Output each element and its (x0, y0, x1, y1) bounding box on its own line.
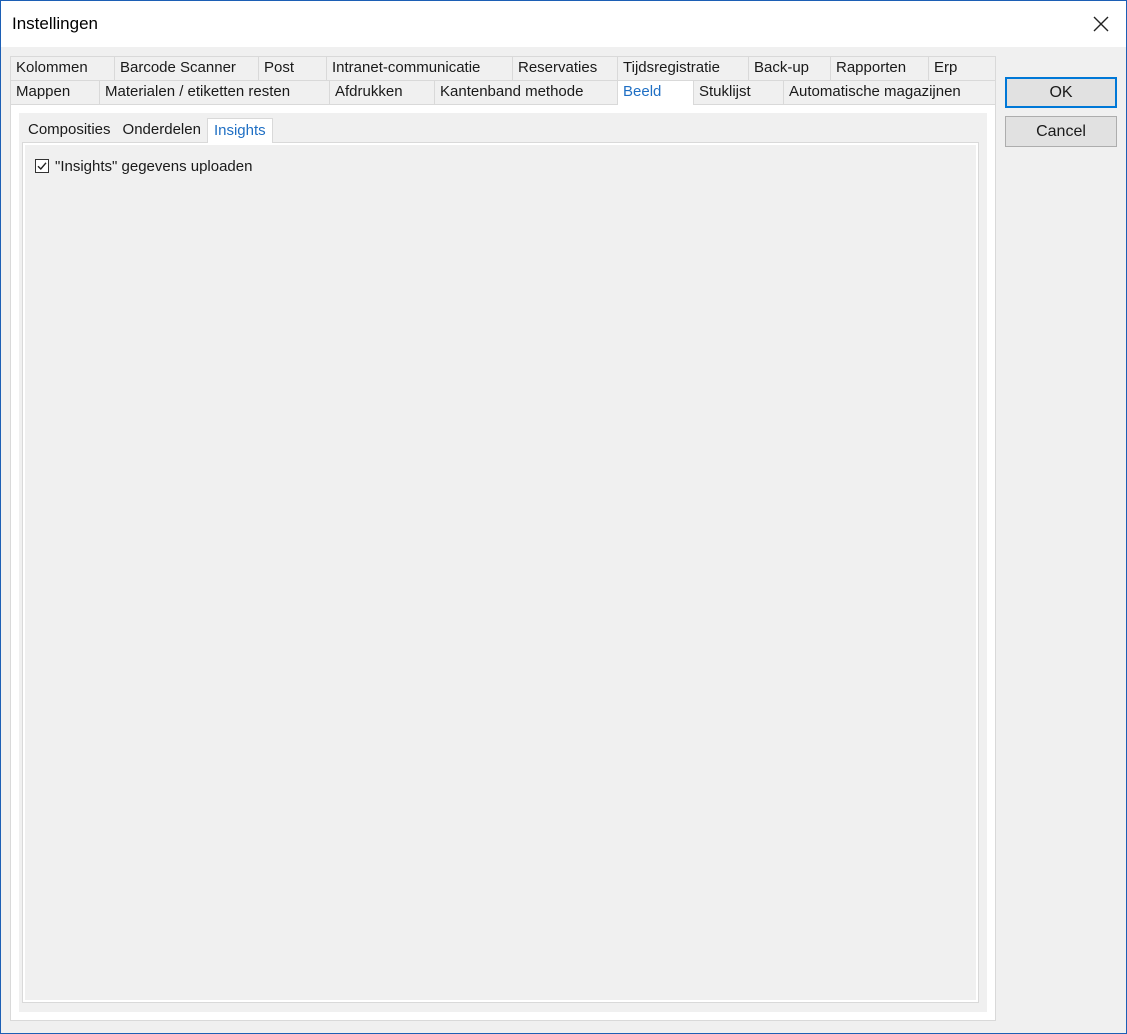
tab-barcode-scanner[interactable]: Barcode Scanner (114, 56, 258, 80)
tab-intranet-communicatie[interactable]: Intranet-communicatie (326, 56, 512, 80)
insights-upload-option[interactable]: "Insights" gegevens uploaden (35, 156, 252, 176)
close-button[interactable] (1076, 1, 1126, 47)
tab-kantenband-methode[interactable]: Kantenband methode (434, 80, 617, 104)
beeld-subtabs: Composities Onderdelen Insights (22, 118, 273, 143)
insights-upload-label: "Insights" gegevens uploaden (55, 157, 253, 175)
ok-button[interactable]: OK (1005, 77, 1117, 108)
checkmark-icon (37, 162, 47, 171)
tab-tijdsregistratie[interactable]: Tijdsregistratie (617, 56, 748, 80)
tab-post[interactable]: Post (258, 56, 326, 80)
dialog-title: Instellingen (12, 14, 99, 33)
tab-mappen[interactable]: Mappen (10, 80, 99, 104)
tab-back-up[interactable]: Back-up (748, 56, 830, 80)
tab-beeld[interactable]: Beeld (617, 80, 693, 105)
tab-row-1: Kolommen Barcode Scanner Post Intranet-c… (10, 56, 996, 80)
tab-row-2: Mappen Materialen / etiketten resten Afd… (10, 80, 996, 105)
tab-kolommen[interactable]: Kolommen (10, 56, 114, 80)
tab-afdrukken[interactable]: Afdrukken (329, 80, 434, 104)
tab-stuklijst[interactable]: Stuklijst (693, 80, 783, 104)
title-bar: Instellingen (1, 1, 1126, 47)
cancel-button[interactable]: Cancel (1005, 116, 1117, 147)
insights-panel (22, 142, 979, 1003)
insights-panel-background (25, 145, 976, 1000)
tab-reservaties[interactable]: Reservaties (512, 56, 617, 80)
tab-rapporten[interactable]: Rapporten (830, 56, 928, 80)
tab-automatische-magazijnen[interactable]: Automatische magazijnen (783, 80, 996, 104)
tab-materialen-etiketten-resten[interactable]: Materialen / etiketten resten (99, 80, 329, 104)
tab-erp[interactable]: Erp (928, 56, 996, 80)
subtab-onderdelen[interactable]: Onderdelen (117, 118, 207, 142)
subtab-insights[interactable]: Insights (206, 118, 273, 143)
insights-upload-checkbox[interactable] (35, 159, 49, 173)
close-icon (1093, 16, 1109, 32)
subtab-composities[interactable]: Composities (22, 118, 117, 142)
